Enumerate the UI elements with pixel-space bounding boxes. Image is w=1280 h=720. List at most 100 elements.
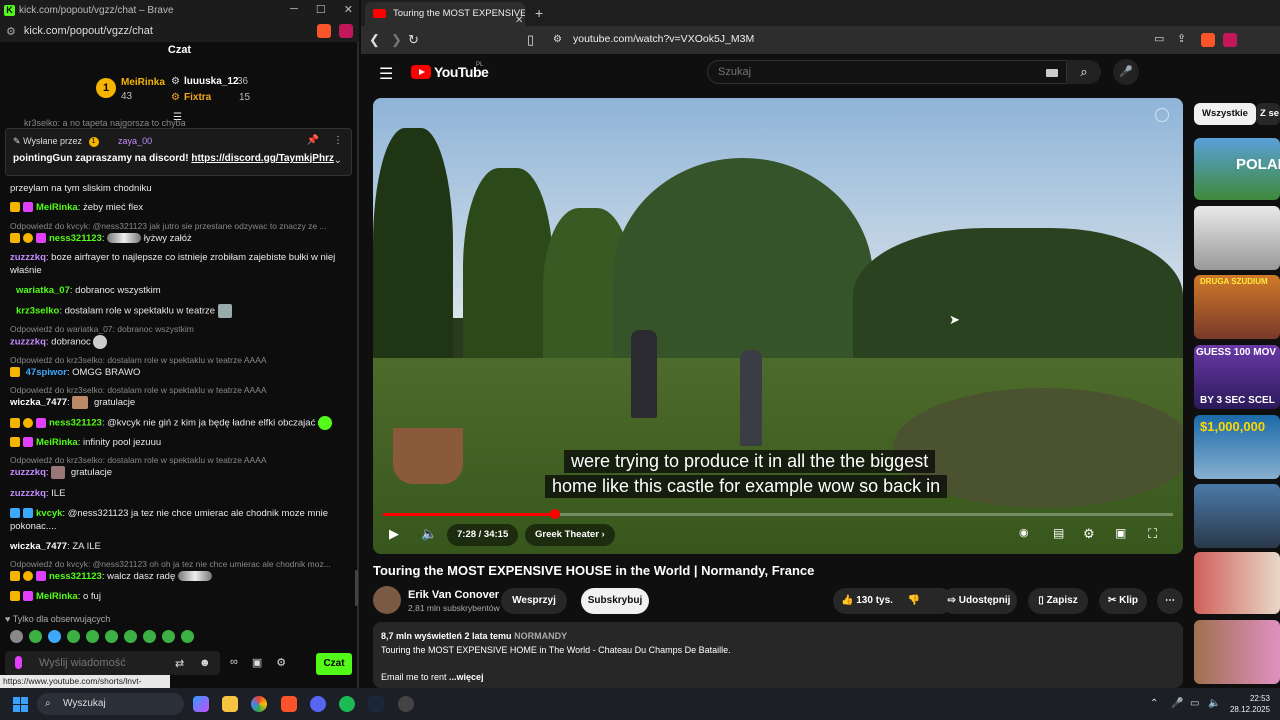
address-bar[interactable]: youtube.com/watch?v=VXOok5J_M3M [573, 33, 754, 45]
back-icon[interactable]: ❮ [369, 32, 380, 48]
new-tab-icon[interactable]: + [535, 5, 543, 21]
network-icon[interactable]: ▭ [1190, 698, 1199, 709]
menu-icon[interactable]: ☰ [379, 64, 393, 84]
recommended-thumb[interactable] [1194, 206, 1280, 270]
brave-shield-icon[interactable] [1201, 33, 1215, 47]
join-button[interactable]: Wesprzyj [501, 588, 567, 614]
clock[interactable]: 22:53 28.12.2025 [1230, 693, 1270, 715]
translate-icon[interactable]: ⇄ [175, 657, 184, 670]
send-button[interactable]: Czat [316, 653, 352, 675]
gear-icon[interactable]: ⚙ [1083, 526, 1095, 542]
subscribe-button[interactable]: Subskrybuj [581, 588, 649, 614]
mic-tray-icon[interactable]: 🎤 [1171, 698, 1183, 709]
chat-input[interactable] [39, 657, 169, 669]
subtitles-icon[interactable]: ▤ [1053, 526, 1064, 540]
clip-button[interactable]: ✂ Klip [1099, 588, 1147, 614]
reload-icon[interactable]: ↻ [408, 32, 419, 48]
taskbar-search[interactable]: ⌕ Wyszukaj [37, 693, 184, 715]
rewards-icon[interactable] [1223, 33, 1237, 47]
rewards-icon[interactable] [339, 24, 353, 38]
emote-icon[interactable] [29, 630, 42, 643]
leader-3-name[interactable]: Fixtra [184, 92, 211, 103]
spotify-icon[interactable] [339, 696, 355, 712]
recommended-thumb[interactable]: POLAND [1194, 138, 1280, 200]
show-more-link[interactable]: ...więcej [449, 672, 484, 682]
volume-tray-icon[interactable]: 🔈 [1208, 698, 1220, 709]
autoplay-toggle-icon[interactable]: ◉ [1019, 526, 1029, 539]
info-icon[interactable] [1155, 108, 1169, 122]
chip-all[interactable]: Wszystkie [1194, 103, 1256, 125]
chrome-icon[interactable] [251, 696, 267, 712]
close-tab-icon[interactable]: ✕ [515, 9, 523, 26]
search-input[interactable] [718, 66, 1018, 78]
site-settings-icon[interactable]: ⚙ [6, 25, 16, 38]
copilot-icon[interactable] [193, 696, 209, 712]
close-icon[interactable]: ✕ [344, 3, 353, 16]
emoji-icon[interactable]: ☻ [199, 657, 211, 669]
tray-chevron-icon[interactable]: ⌃ [1150, 698, 1158, 709]
emote-icon[interactable] [67, 630, 80, 643]
description-box[interactable]: 8,7 mln wyświetleń 2 lata temu NORMANDY … [373, 622, 1183, 688]
share-button[interactable]: ⇨ Udostępnij [941, 588, 1017, 614]
voice-search-button[interactable]: 🎤 [1113, 59, 1139, 85]
cast-icon[interactable]: ▭ [1154, 32, 1164, 45]
start-icon[interactable] [13, 697, 28, 712]
gift-icon[interactable]: ▣ [252, 656, 262, 669]
save-button[interactable]: ▯ Zapisz [1028, 588, 1088, 614]
fullscreen-icon[interactable]: ⛶ [1148, 526, 1157, 542]
file-explorer-icon[interactable] [222, 696, 238, 712]
emote-icon[interactable] [105, 630, 118, 643]
site-settings-icon[interactable]: ⚙ [553, 34, 562, 45]
tab-youtube[interactable]: Touring the MOST EXPENSIVE HOUSE in the … [365, 2, 525, 26]
minimize-icon[interactable]: ─ [290, 3, 298, 16]
unpin-icon[interactable]: 📌 [307, 135, 319, 146]
steam-icon[interactable] [368, 696, 384, 712]
more-actions-button[interactable]: ⋯ [1157, 588, 1183, 614]
emote-icon[interactable] [143, 630, 156, 643]
progress-knob[interactable] [550, 509, 560, 519]
youtube-logo-icon[interactable] [411, 65, 431, 79]
chat-scrollbar[interactable] [355, 570, 358, 606]
brave-icon[interactable] [281, 696, 297, 712]
emote-icon[interactable] [124, 630, 137, 643]
channel-name[interactable]: Erik Van Conover ✔ [408, 588, 511, 601]
obs-icon[interactable] [398, 696, 414, 712]
pinned-user[interactable]: zaya_00 [118, 136, 152, 146]
miniplayer-icon[interactable]: ▣ [1115, 526, 1126, 540]
recommended-thumb[interactable]: GUESS 100 MOV BY 3 SEC SCEL [1194, 345, 1280, 409]
emote-icon[interactable] [181, 630, 194, 643]
kick-urlbar[interactable]: ⚙ kick.com/popout/vgzz/chat [0, 20, 359, 42]
recommended-thumb[interactable]: $1,000,000 [1194, 415, 1280, 479]
keyboard-icon[interactable] [1046, 69, 1058, 77]
chapter-button[interactable]: Greek Theater › [525, 524, 615, 546]
brave-shield-icon[interactable] [317, 24, 331, 38]
mic-icon[interactable] [15, 656, 22, 669]
chip-next[interactable]: Z se [1256, 103, 1280, 125]
emote-icon[interactable] [162, 630, 175, 643]
share-icon[interactable]: ⇪ [1177, 32, 1186, 45]
play-icon[interactable]: ▶ [389, 526, 399, 542]
link-icon[interactable]: ∞ [230, 656, 238, 669]
leader-2-name[interactable]: luuuska_12 [184, 76, 238, 87]
more-icon[interactable]: ⋮ [333, 135, 343, 146]
avatar[interactable] [373, 586, 401, 614]
volume-icon[interactable]: 🔈 [421, 526, 437, 542]
search-button[interactable]: ⌕ [1067, 60, 1101, 84]
chevron-down-icon[interactable]: ⌄ [334, 155, 342, 166]
recommended-thumb[interactable] [1194, 620, 1280, 684]
discord-link[interactable]: https://discord.gg/TaymkjPhrz [191, 153, 334, 164]
emote-icon[interactable] [10, 630, 23, 643]
like-button[interactable]: 👍 130 tys. 👎 [833, 588, 953, 614]
emote-icon[interactable] [48, 630, 61, 643]
recommended-thumb[interactable] [1194, 552, 1280, 614]
maximize-icon[interactable]: ☐ [316, 3, 326, 16]
bookmark-icon[interactable]: ▯ [527, 32, 534, 48]
recommended-thumb[interactable]: DRUGA SZUDIUM [1194, 275, 1280, 339]
discord-icon[interactable] [310, 696, 326, 712]
gear-icon[interactable]: ⚙ [276, 656, 286, 669]
emote-icon[interactable] [86, 630, 99, 643]
recommended-thumb[interactable] [1194, 484, 1280, 548]
forward-icon[interactable]: ❯ [391, 32, 402, 48]
video-player[interactable]: were trying to produce it in all the the… [373, 98, 1183, 554]
leader-1-name[interactable]: MeiRinka [121, 77, 165, 88]
